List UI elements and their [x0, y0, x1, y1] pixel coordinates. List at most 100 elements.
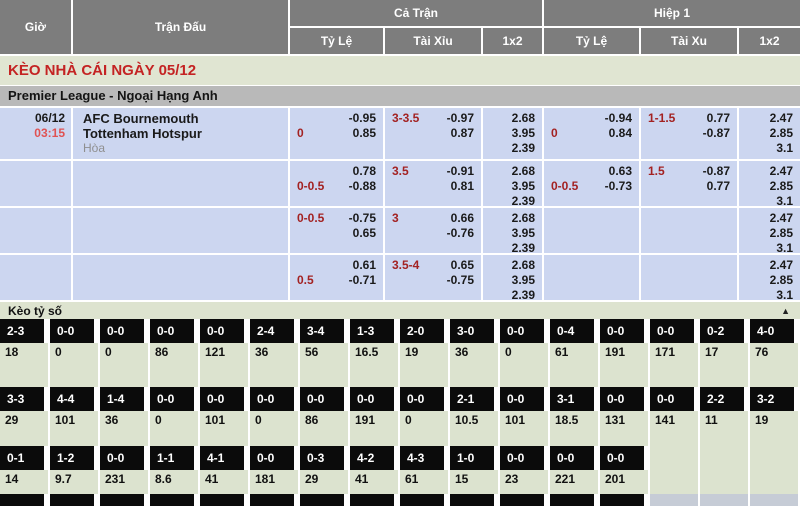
- score-odds-cell[interactable]: 86: [150, 343, 200, 387]
- ft-handicap-cell[interactable]: 0-0.5-0.750.65: [290, 208, 383, 253]
- score-odds-cell[interactable]: 61: [400, 470, 450, 494]
- header-group-hiep-1: Hiệp 1 Tỷ Lệ Tài Xu 1x2: [544, 0, 800, 54]
- score-odds-cell[interactable]: 76: [750, 343, 800, 387]
- score-odds-cell[interactable]: 61: [550, 343, 600, 387]
- h1-handicap-cell[interactable]: 0-0.50.63-0.73: [544, 161, 639, 206]
- h1-over-under-cell[interactable]: 1.5-0.870.77: [641, 161, 737, 206]
- ft-over-under-cell[interactable]: 3-3.5-0.970.87: [385, 108, 481, 159]
- header-ca-tran: Cả Trận: [290, 0, 542, 26]
- home-team-name: AFC Bournemouth: [83, 111, 288, 126]
- score-odds-section-header[interactable]: Kèo tỷ số ▲: [0, 302, 800, 319]
- ft-1x2-cell[interactable]: 2.683.952.39: [483, 108, 542, 159]
- score-odds-cell[interactable]: 41: [350, 470, 400, 494]
- ft-handicap-cell[interactable]: 0.50.61-0.71: [290, 255, 383, 300]
- score-odds-cell[interactable]: 36: [100, 411, 150, 446]
- handicap-value: 1.5: [648, 164, 665, 179]
- score-cell: 3-3: [0, 387, 50, 411]
- h1-over-under-cell[interactable]: 1-1.50.77-0.87: [641, 108, 737, 159]
- score-cell: 4-0: [750, 319, 800, 343]
- time-cell: [0, 161, 71, 206]
- score-odds-cell[interactable]: 101: [200, 411, 250, 446]
- score-odds-cell[interactable]: 19: [750, 411, 800, 446]
- score-odds-cell[interactable]: 0: [500, 343, 550, 387]
- score-odds-cell[interactable]: 19: [400, 343, 450, 387]
- score-odds-cell[interactable]: 201: [600, 470, 650, 494]
- header-ft-ty-le: Tỷ Lệ: [290, 28, 383, 54]
- h1-handicap-cell[interactable]: 0-0.940.84: [544, 108, 639, 159]
- score-odds-cell[interactable]: 121: [200, 343, 250, 387]
- score-odds-cell[interactable]: 221: [550, 470, 600, 494]
- league-title: Premier League - Ngoại Hạng Anh: [0, 86, 800, 106]
- header-hiep-1-subrow: Tỷ Lệ Tài Xu 1x2: [544, 28, 800, 54]
- ft-over-under-cell[interactable]: 30.66-0.76: [385, 208, 481, 253]
- score-odds-cell[interactable]: 14: [0, 470, 50, 494]
- score-odds-cell[interactable]: 36: [250, 343, 300, 387]
- score-odds-cell[interactable]: 86: [300, 411, 350, 446]
- score-odds-cell[interactable]: 191: [600, 343, 650, 387]
- odds-value: 2.39: [483, 288, 542, 303]
- ft-handicap-cell[interactable]: 0-0.950.85: [290, 108, 383, 159]
- score-odds-cell[interactable]: 0: [400, 411, 450, 446]
- score-odds-cell[interactable]: 11: [700, 411, 750, 446]
- score-odds-cell[interactable]: 23: [500, 470, 550, 494]
- h1-1x2-cell[interactable]: 2.472.853.1: [739, 255, 800, 300]
- score-odds-cell[interactable]: 181: [250, 470, 300, 494]
- score-odds-cell[interactable]: 17: [700, 343, 750, 387]
- score-cell: 0-0: [300, 387, 350, 411]
- score-odds-cell[interactable]: 29: [0, 411, 50, 446]
- ft-1x2-cell[interactable]: 2.683.952.39: [483, 255, 542, 300]
- score-odds-cell[interactable]: 0: [250, 411, 300, 446]
- score-odds-cell[interactable]: 0: [50, 343, 100, 387]
- ft-handicap-cell[interactable]: 0-0.50.78-0.88: [290, 161, 383, 206]
- h1-1x2-cell[interactable]: 2.472.853.1: [739, 108, 800, 159]
- score-odds-cell[interactable]: 15: [450, 470, 500, 494]
- collapse-icon[interactable]: ▲: [781, 306, 790, 316]
- score-odds-cell[interactable]: 101: [500, 411, 550, 446]
- score-odds-cell[interactable]: 9.7: [50, 470, 100, 494]
- odds-value: 3.95: [483, 226, 542, 241]
- partial-score-cell: [500, 494, 550, 506]
- ft-over-under-cell[interactable]: 3.5-40.65-0.75: [385, 255, 481, 300]
- score-odds-cell[interactable]: 191: [350, 411, 400, 446]
- score-cell: 1-4: [100, 387, 150, 411]
- header-h1-ty-le: Tỷ Lệ: [544, 28, 639, 54]
- score-odds-cell[interactable]: 171: [650, 343, 700, 387]
- score-odds-cell[interactable]: 8.6: [150, 470, 200, 494]
- score-odds-cell[interactable]: 141: [650, 411, 700, 446]
- score-odds-cell[interactable]: 0: [150, 411, 200, 446]
- odds-value: -0.75: [385, 273, 481, 288]
- odds-value: 2.68: [483, 111, 542, 126]
- odds-value: 0.66: [385, 211, 481, 226]
- score-cell: 0-0: [500, 319, 550, 343]
- ft-1x2-cell[interactable]: 2.683.952.39: [483, 161, 542, 206]
- odds-value: 2.39: [483, 194, 542, 209]
- odds-value: 3.95: [483, 179, 542, 194]
- score-cell: 0-0: [250, 387, 300, 411]
- odds-value: 2.47: [739, 111, 800, 126]
- score-odds-cell[interactable]: 29: [300, 470, 350, 494]
- match-cell[interactable]: AFC BournemouthTottenham HotspurHòa: [73, 108, 288, 159]
- score-cell: 0-0: [500, 387, 550, 411]
- score-odds-cell[interactable]: 231: [100, 470, 150, 494]
- score-odds-cell[interactable]: 36: [450, 343, 500, 387]
- ft-over-under-cell[interactable]: 3.5-0.910.81: [385, 161, 481, 206]
- score-odds-cell[interactable]: 18.5: [550, 411, 600, 446]
- h1-1x2-cell[interactable]: 2.472.853.1: [739, 208, 800, 253]
- score-odds-cell[interactable]: 10.5: [450, 411, 500, 446]
- score-odds-cell: [700, 470, 750, 494]
- score-odds-cell[interactable]: 131: [600, 411, 650, 446]
- score-odds-cell[interactable]: 56: [300, 343, 350, 387]
- score-odds-cell[interactable]: 16.5: [350, 343, 400, 387]
- match-cell: [73, 255, 288, 300]
- partial-score-cell: [650, 494, 700, 506]
- score-odds-cell[interactable]: 101: [50, 411, 100, 446]
- score-cell: 2-0: [400, 319, 450, 343]
- score-value-row: 180086121365616.519360611911711776: [0, 343, 800, 387]
- score-odds-cell[interactable]: 41: [200, 470, 250, 494]
- odds-value: 0.61: [290, 258, 383, 273]
- score-odds-cell[interactable]: 0: [100, 343, 150, 387]
- score-odds-cell[interactable]: 18: [0, 343, 50, 387]
- odds-row: 06/1203:15AFC BournemouthTottenham Hotsp…: [0, 108, 800, 159]
- h1-1x2-cell[interactable]: 2.472.853.1: [739, 161, 800, 206]
- ft-1x2-cell[interactable]: 2.683.952.39: [483, 208, 542, 253]
